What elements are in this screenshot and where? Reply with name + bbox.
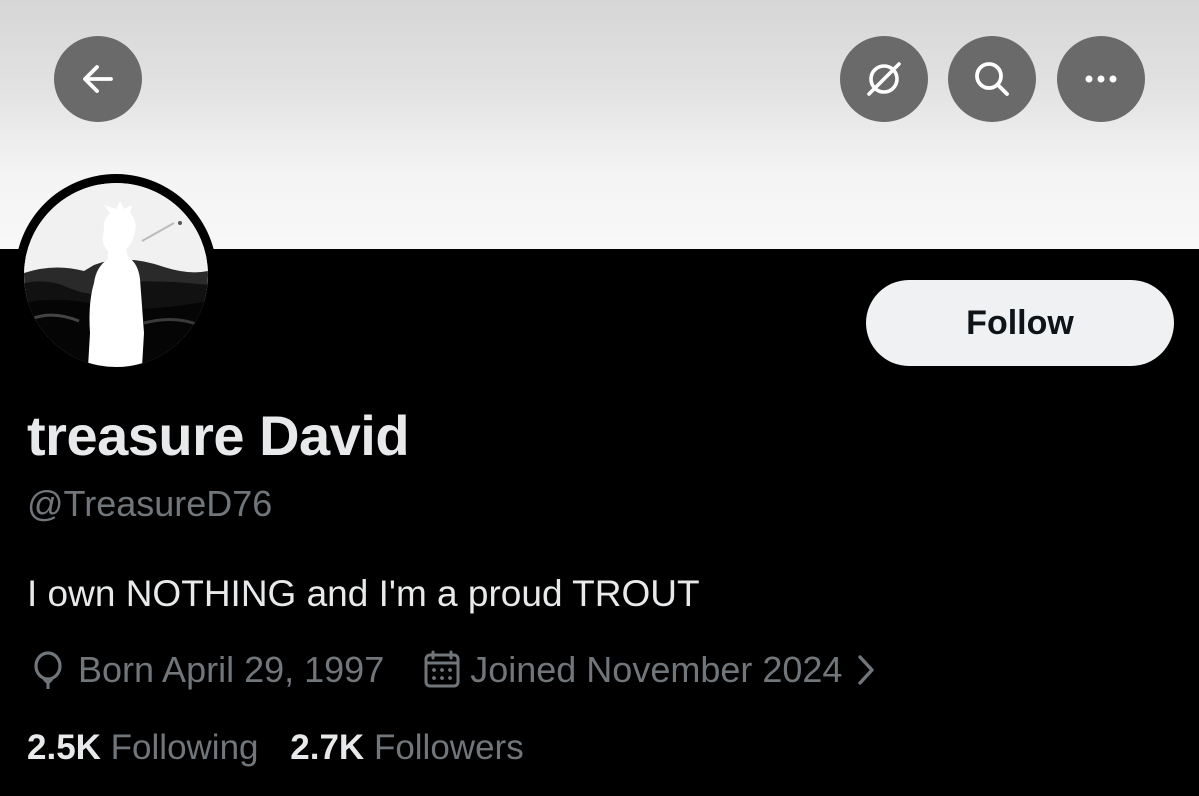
profile-bio: I own NOTHING and I'm a proud TROUT [27,573,700,614]
more-button[interactable] [1057,36,1145,122]
followers-link[interactable]: 2.7K Followers [290,728,523,767]
avatar-image [24,183,208,367]
search-button[interactable] [948,36,1036,122]
arrow-left-icon [83,65,113,93]
display-name: treasure David [27,404,410,467]
more-dots-icon [1085,75,1117,83]
followers-label: Followers [373,728,524,767]
joined-date-link[interactable]: Joined November 2024 [470,649,842,691]
avatar[interactable] [15,174,217,376]
followers-count: 2.7K [290,728,365,767]
username-handle: @TreasureD76 [27,483,273,524]
follow-button[interactable]: Follow [866,280,1174,366]
search-icon [975,62,1009,96]
profile-meta: Born April 29, 1997 Joined November 2024 [30,647,876,693]
slashed-circle-icon [867,62,901,96]
back-button[interactable] [54,36,142,122]
grok-button[interactable] [840,36,928,122]
birthday-text: Born April 29, 1997 [78,649,385,690]
calendar-icon [422,650,462,690]
following-label: Following [110,728,259,767]
birthday-balloon-icon [30,650,66,690]
follow-stats: 2.5K Following 2.7K Followers [27,728,524,768]
following-link[interactable]: 2.5K Following [27,728,259,767]
chevron-right-icon[interactable] [856,653,876,687]
following-count: 2.5K [27,728,101,767]
